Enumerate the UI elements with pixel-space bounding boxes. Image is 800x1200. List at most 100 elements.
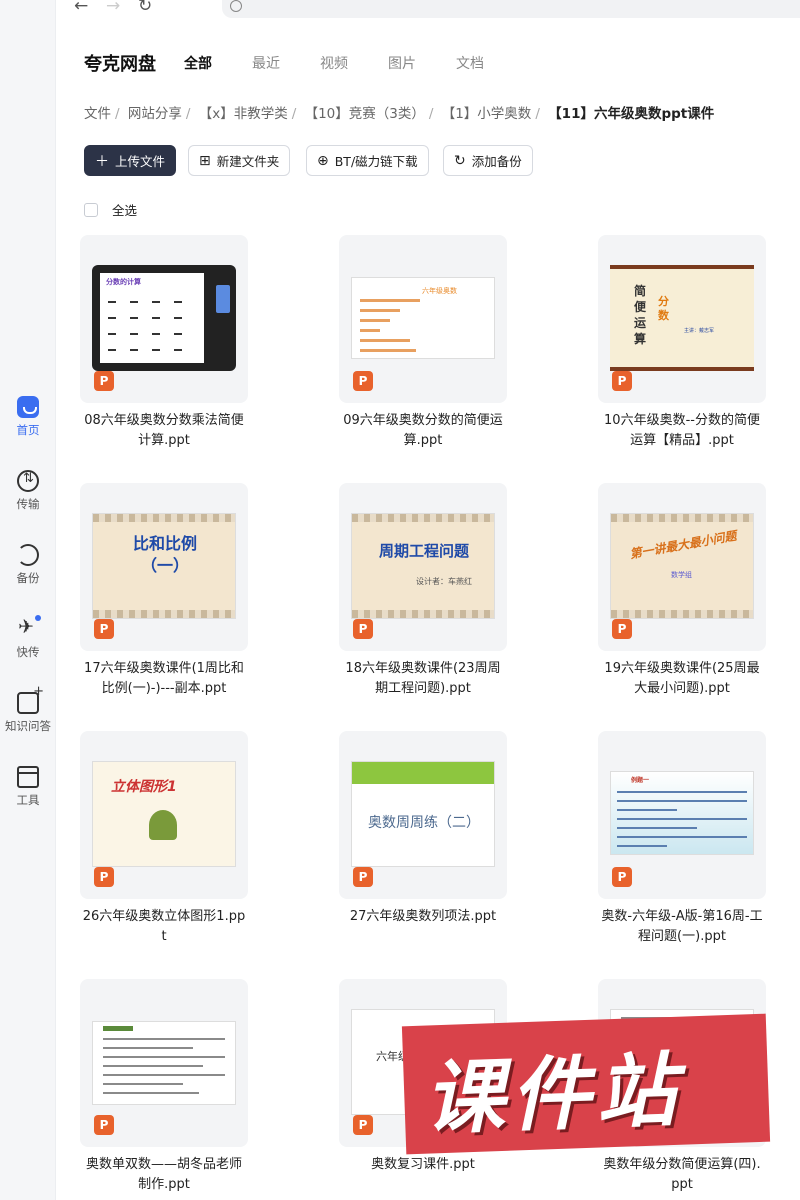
rail-item-transfer[interactable]: 传输 — [0, 470, 56, 512]
rail-item-quick-send[interactable]: 快传 — [0, 615, 56, 660]
backup-icon: ↻ — [454, 152, 466, 169]
plus-icon: ＋ — [95, 153, 109, 170]
rail-label: 首页 — [16, 423, 40, 437]
back-icon[interactable]: ← — [74, 0, 88, 16]
rail-label: 快传 — [16, 645, 40, 659]
file-name[interactable]: 17六年级奥数课件(1周比和比例(一)-)---副本.ppt — [80, 659, 248, 699]
file-card[interactable]: P 奥数单双数——胡冬品老师制作.ppt — [80, 979, 248, 1195]
file-name[interactable]: 奥数复习课件.ppt — [339, 1155, 507, 1175]
file-name[interactable]: 奥数-六年级-A版-第16周-工程问题(一).ppt — [598, 907, 766, 947]
breadcrumb-item[interactable]: 网站分享 — [128, 106, 182, 122]
file-name[interactable]: 26六年级奥数立体图形1.ppt — [80, 907, 248, 947]
reload-icon[interactable]: ↻ — [138, 0, 152, 16]
rail-label: 工具 — [16, 793, 40, 807]
slide-preview: 六年级奥数 — [351, 277, 495, 359]
select-all-checkbox[interactable] — [84, 202, 98, 217]
ppt-icon: P — [353, 1115, 373, 1135]
file-card[interactable]: 周期工程问题 设计者：车燕红 P 18六年级奥数课件(23周周期工程问题).pp… — [339, 483, 507, 699]
qa-icon — [17, 684, 44, 714]
address-bar[interactable] — [222, 0, 800, 18]
breadcrumb-current: 【11】六年级奥数ppt课件 — [548, 106, 715, 122]
file-card[interactable]: 例题一 P 奥数-六年级-A版-第16周-工程问题(一).ppt — [598, 731, 766, 947]
file-name[interactable]: 18六年级奥数课件(23周周期工程问题).ppt — [339, 659, 507, 699]
rail-item-backup[interactable]: 备份 — [0, 544, 56, 586]
app-title: 夸克网盘 — [84, 54, 156, 75]
slide-subtitle: 数学组 — [671, 571, 692, 579]
rail-item-tools[interactable]: 工具 — [0, 766, 56, 808]
file-thumbnail: 六年级奥数 P — [339, 235, 507, 403]
tab-images[interactable]: 图片 — [388, 53, 416, 73]
transfer-icon — [17, 470, 39, 492]
rail-item-home[interactable]: 首页 — [0, 396, 56, 438]
file-thumbnail: 比和比例 （一） P — [80, 483, 248, 651]
file-thumbnail: 分数的计算 P — [80, 235, 248, 403]
slide-preview: 例题一 — [610, 771, 754, 855]
file-card[interactable]: 立体图形1 P 26六年级奥数立体图形1.ppt — [80, 731, 248, 947]
slide-title: 分数的计算 — [106, 278, 141, 286]
toolbox-icon — [17, 766, 39, 788]
left-rail: 首页 传输 备份 快传 知识问答 工具 — [0, 0, 56, 1200]
select-all-label: 全选 — [112, 203, 138, 218]
file-thumbnail: 立体图形1 P — [80, 731, 248, 899]
slide-title: 第一讲最大最小问题 — [628, 528, 738, 562]
breadcrumb-item[interactable]: 【1】小学奥数 — [442, 106, 532, 122]
slide-preview: 分数的计算 — [92, 265, 236, 371]
slide-preview: 第一讲最大最小问题 数学组 — [610, 513, 754, 619]
slide-title: 例题一 — [631, 777, 650, 784]
file-name[interactable]: 19六年级奥数课件(25周最大最小问题).ppt — [598, 659, 766, 699]
ppt-icon: P — [353, 619, 373, 639]
ppt-icon: P — [353, 371, 373, 391]
file-card[interactable]: 简便运算 分数 主讲：戴志军 P 10六年级奥数--分数的简便运算【精品】.pp… — [598, 235, 766, 451]
slide-preview: 简便运算 分数 主讲：戴志军 — [610, 265, 754, 371]
tab-all[interactable]: 全部 — [184, 53, 212, 73]
file-name[interactable]: 08六年级奥数分数乘法简便计算.ppt — [80, 411, 248, 451]
file-name[interactable]: 27六年级奥数列项法.ppt — [339, 907, 507, 927]
ppt-icon: P — [94, 1115, 114, 1135]
watermark-text: 课件站 — [422, 1043, 684, 1146]
sync-icon — [17, 544, 39, 566]
tab-video[interactable]: 视频 — [320, 53, 348, 73]
slide-preview: 奥数周周练（二） — [351, 761, 495, 867]
magnet-icon: ⊕ — [317, 152, 329, 169]
slide-preview: 立体图形1 — [92, 761, 236, 867]
ppt-icon: P — [353, 867, 373, 887]
tab-recent[interactable]: 最近 — [252, 53, 280, 73]
file-name[interactable]: 奥数年级分数简便运算(四).ppt — [598, 1155, 766, 1195]
ppt-icon: P — [612, 867, 632, 887]
breadcrumb-item[interactable]: 【x】非教学类 — [199, 106, 288, 122]
file-card[interactable]: 奥数周周练（二） P 27六年级奥数列项法.ppt — [339, 731, 507, 927]
upload-button[interactable]: ＋ 上传文件 — [84, 145, 177, 176]
file-thumbnail: 简便运算 分数 主讲：戴志军 P — [598, 235, 766, 403]
rail-label: 知识问答 — [5, 719, 51, 733]
file-name[interactable]: 10六年级奥数--分数的简便运算【精品】.ppt — [598, 411, 766, 451]
file-card[interactable]: 第一讲最大最小问题 数学组 P 19六年级奥数课件(25周最大最小问题).ppt — [598, 483, 766, 699]
add-backup-button[interactable]: ↻ 添加备份 — [443, 145, 533, 176]
new-folder-button[interactable]: ⊞ 新建文件夹 — [188, 145, 291, 176]
home-icon — [17, 396, 39, 418]
breadcrumb-item[interactable]: 文件 — [84, 106, 111, 122]
tab-documents[interactable]: 文档 — [456, 53, 484, 73]
rail-label: 传输 — [16, 497, 40, 511]
breadcrumb: 文件 / 网站分享 / 【x】非教学类 / 【10】竞赛（3类） / 【1】小学奥数 / … — [84, 106, 715, 122]
file-name[interactable]: 09六年级奥数分数的简便运算.ppt — [339, 411, 507, 451]
file-thumbnail: 奥数周周练（二） P — [339, 731, 507, 899]
file-thumbnail: P — [80, 979, 248, 1147]
file-thumbnail: 周期工程问题 设计者：车燕红 P — [339, 483, 507, 651]
bt-download-button[interactable]: ⊕ BT/磁力链下载 — [306, 145, 429, 176]
file-card[interactable]: 六年级奥数 P 09六年级奥数分数的简便运算.ppt — [339, 235, 507, 451]
forward-icon[interactable]: → — [106, 0, 120, 16]
slide-preview: 周期工程问题 设计者：车燕红 — [351, 513, 495, 619]
breadcrumb-item[interactable]: 【10】竞赛（3类） — [305, 106, 425, 122]
ppt-icon: P — [94, 619, 114, 639]
file-card[interactable]: 比和比例 （一） P 17六年级奥数课件(1周比和比例(一)-)---副本.pp… — [80, 483, 248, 699]
select-all[interactable]: 全选 — [84, 200, 137, 219]
slide-title: 六年级奥数 — [422, 287, 457, 295]
bt-label: BT/磁力链下载 — [334, 154, 418, 169]
slide-title: 奥数周周练（二） — [368, 815, 480, 831]
new-folder-label: 新建文件夹 — [216, 154, 280, 169]
search-icon — [230, 0, 242, 12]
file-name[interactable]: 奥数单双数——胡冬品老师制作.ppt — [80, 1155, 248, 1195]
rail-label: 备份 — [16, 571, 40, 585]
rail-item-qa[interactable]: 知识问答 — [0, 684, 56, 734]
file-card[interactable]: 分数的计算 P 08六年级奥数分数乘法简便计算.ppt — [80, 235, 248, 451]
